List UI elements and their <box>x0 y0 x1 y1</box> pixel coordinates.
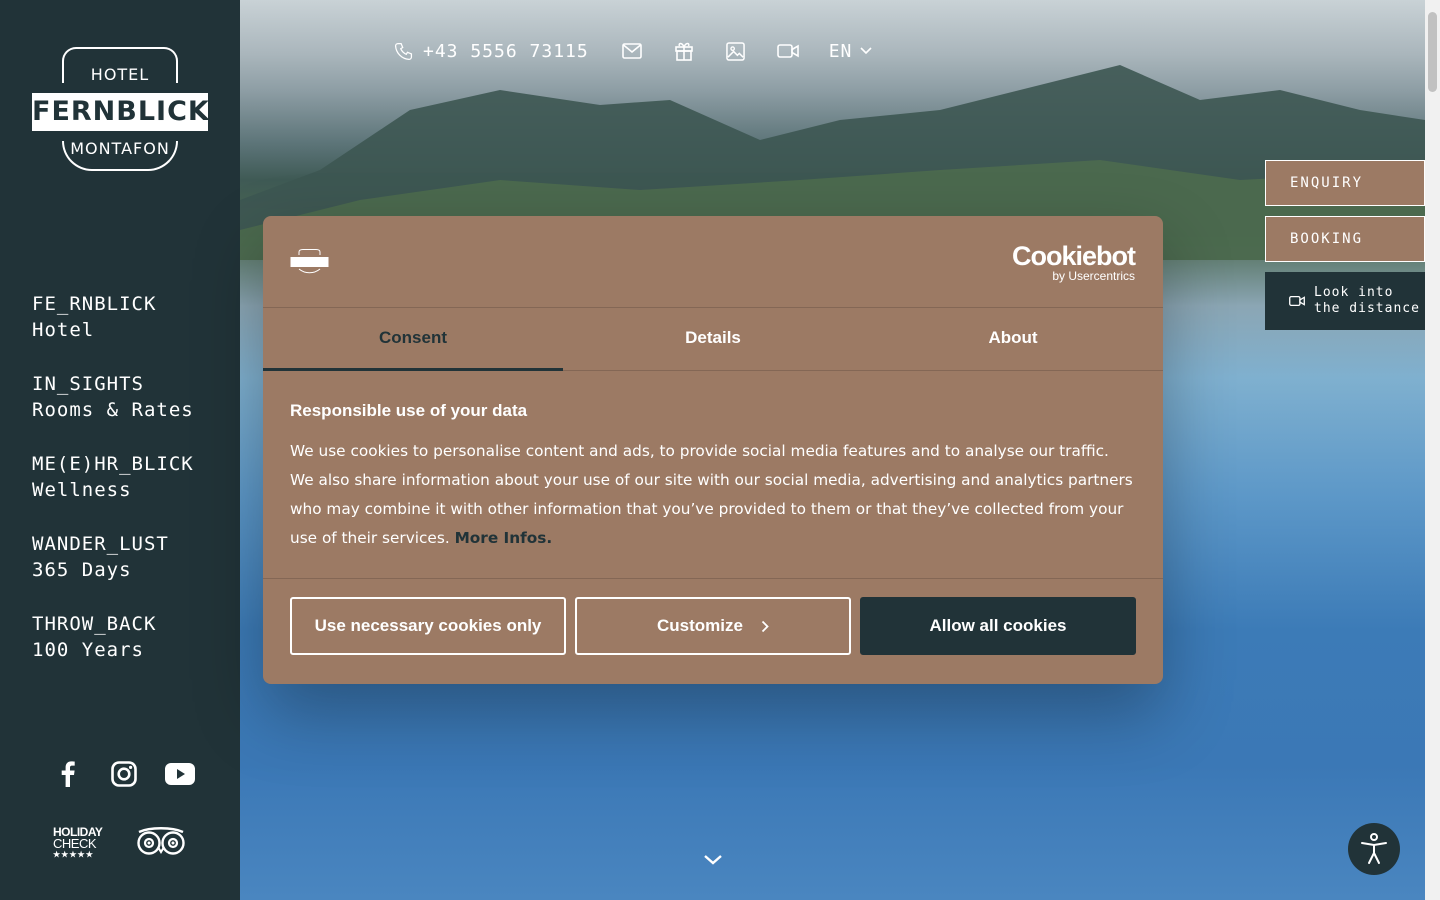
cookie-consent-dialog: Cookiebot by Usercentrics Consent Detail… <box>263 216 1163 684</box>
social-links <box>52 758 196 790</box>
nav-item-rooms[interactable]: IN_SIGHTS Rooms & Rates <box>32 371 194 451</box>
nav-item-title: THROW_BACK <box>32 613 157 635</box>
scrollbar-thumb[interactable] <box>1428 12 1437 92</box>
look-label-line2: the distance <box>1314 301 1420 316</box>
accessibility-button[interactable] <box>1348 823 1400 875</box>
holidaycheck-logo[interactable]: HOLIDAY CHECK ★★★★★ <box>53 826 103 860</box>
more-infos-link[interactable]: More Infos. <box>455 529 553 547</box>
booking-button[interactable]: BOOKING <box>1265 216 1425 262</box>
logo-top-text: HOTEL <box>90 65 150 84</box>
nav-item-title: IN_SIGHTS <box>32 373 144 395</box>
nav-item-history[interactable]: THROW_BACK 100 Years <box>32 611 194 691</box>
tab-about[interactable]: About <box>863 308 1163 370</box>
facebook-icon[interactable] <box>52 758 84 790</box>
page-scrollbar[interactable] <box>1425 0 1440 900</box>
holidaycheck-text: CHECK <box>53 835 97 851</box>
necessary-cookies-button[interactable]: Use necessary cookies only <box>290 597 566 655</box>
logo-smile <box>62 141 178 171</box>
cookie-tabs: Consent Details About <box>263 308 1163 371</box>
enquiry-button[interactable]: ENQUIRY <box>1265 160 1425 206</box>
cookiebot-logo: Cookiebot by Usercentrics <box>1012 241 1136 283</box>
language-selector[interactable]: EN <box>829 41 873 62</box>
nav-item-wellness[interactable]: ME(E)HR_BLICK Wellness <box>32 451 194 531</box>
nav-item-title: ME(E)HR_BLICK <box>32 453 194 475</box>
image-icon[interactable] <box>725 40 747 62</box>
instagram-icon[interactable] <box>108 758 140 790</box>
nav-item-subtitle: 100 Years <box>32 639 144 661</box>
language-label: EN <box>828 40 853 62</box>
nav-item-subtitle: Rooms & Rates <box>32 399 194 421</box>
allow-all-cookies-button[interactable]: Allow all cookies <box>860 597 1136 655</box>
nav-item-subtitle: Wellness <box>32 479 132 501</box>
nav-item-subtitle: Hotel <box>32 319 95 341</box>
allow-all-label: Allow all cookies <box>929 616 1067 635</box>
cookie-buttons: Use necessary cookies only Customize All… <box>263 579 1163 673</box>
hotel-logo[interactable]: HOTEL FERNBLICK MONTAFON <box>32 47 209 173</box>
phone-icon <box>394 42 413 60</box>
nav-item-title: WANDER_LUST <box>32 533 169 555</box>
phone-number: +43 5556 73115 <box>423 40 589 62</box>
rating-badges: HOLIDAY CHECK ★★★★★ <box>53 826 186 860</box>
tab-consent[interactable]: Consent <box>263 308 563 371</box>
necessary-cookies-label: Use necessary cookies only <box>314 616 542 635</box>
nav-item-hotel[interactable]: FE_RNBLICK Hotel <box>32 291 194 371</box>
cookiebot-brand: Cookiebot <box>1012 241 1136 271</box>
chevron-right-icon <box>761 620 769 632</box>
chevron-down-icon <box>860 47 872 55</box>
scroll-down-icon[interactable] <box>702 852 724 868</box>
main-nav: FE_RNBLICK Hotel IN_SIGHTS Rooms & Rates… <box>32 291 194 691</box>
cookie-heading: Responsible use of your data <box>290 401 528 420</box>
cookie-description: We use cookies to personalise content an… <box>290 437 1136 553</box>
logo-main-text: FERNBLICK <box>32 93 209 131</box>
look-into-distance-button[interactable]: Look into the distance <box>1265 272 1425 330</box>
hotel-mini-logo <box>290 249 329 275</box>
cookie-text: We use cookies to personalise content an… <box>290 442 1133 547</box>
gift-icon[interactable] <box>673 40 695 62</box>
tab-details[interactable]: Details <box>563 308 863 370</box>
phone-link[interactable]: +43 5556 73115 <box>394 41 589 62</box>
accessibility-icon <box>1361 833 1387 864</box>
youtube-icon[interactable] <box>164 758 196 790</box>
cookiebot-brand-sub: by Usercentrics <box>1052 269 1135 283</box>
tripadvisor-icon[interactable] <box>136 826 186 860</box>
top-bar: +43 5556 73115 EN <box>394 36 872 66</box>
sidebar: HOTEL FERNBLICK MONTAFON FE_RNBLICK Hote… <box>0 0 240 900</box>
customize-button[interactable]: Customize <box>575 597 851 655</box>
mail-icon[interactable] <box>621 40 643 62</box>
nav-item-subtitle: 365 Days <box>32 559 132 581</box>
video-icon[interactable] <box>776 40 799 62</box>
look-label-line1: Look into <box>1314 285 1394 300</box>
cookie-dialog-body: Responsible use of your data We use cook… <box>263 371 1163 579</box>
video-icon <box>1289 295 1305 307</box>
nav-item-hiking[interactable]: WANDER_LUST 365 Days <box>32 531 194 611</box>
customize-label: Customize <box>657 616 743 635</box>
nav-item-title: FE_RNBLICK <box>32 293 157 315</box>
cookie-dialog-header: Cookiebot by Usercentrics <box>263 216 1163 308</box>
